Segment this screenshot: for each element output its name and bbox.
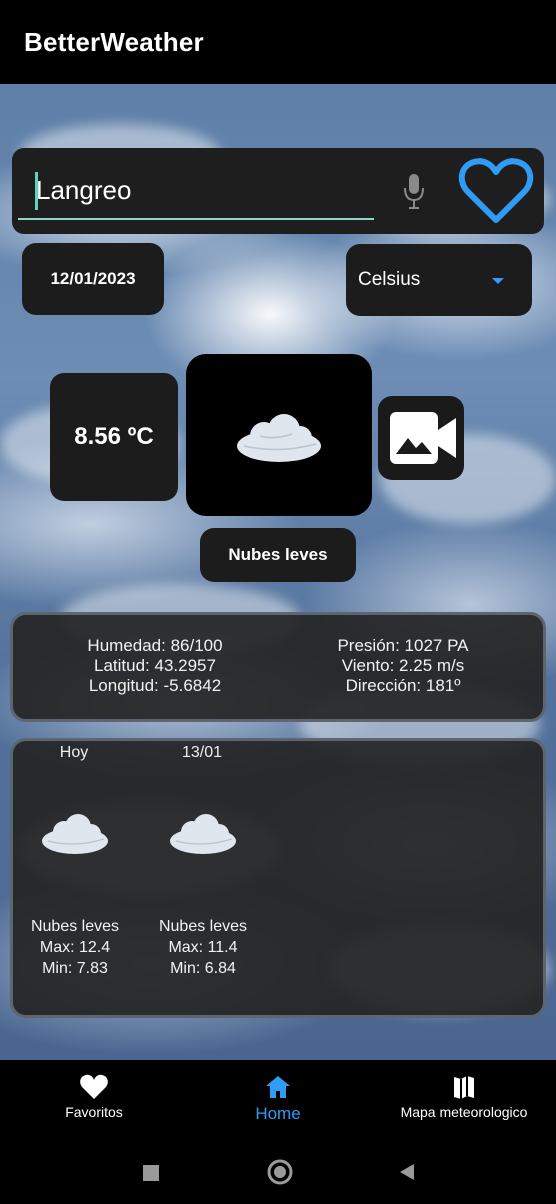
- mic-icon[interactable]: [402, 172, 426, 212]
- system-navigation: [0, 1144, 556, 1204]
- unit-select[interactable]: Celsius: [346, 244, 532, 316]
- bottom-navigation: Favoritos Home Mapa meteorologico: [0, 1060, 556, 1144]
- cloud-icon: [170, 814, 236, 854]
- longitude-text: Longitud: -5.6842: [88, 676, 222, 695]
- forecast-max: Max: 12.4: [39, 939, 111, 956]
- temperature-display: 8.56 ºC: [50, 373, 178, 501]
- forecast-item[interactable]: Nubes leves Max: 11.4 Min: 6.84: [148, 916, 258, 979]
- heart-icon: [80, 1074, 108, 1099]
- nav-home-label: Home: [255, 1104, 301, 1123]
- nav-map-label: Mapa meteorologico: [400, 1104, 528, 1120]
- date-button[interactable]: 12/01/2023: [22, 243, 164, 315]
- app-title: BetterWeather: [24, 26, 204, 57]
- forecast-description: Nubes leves: [30, 918, 120, 935]
- weather-description: Nubes leves: [200, 528, 356, 582]
- details-right-column: Presión: 1027 PA Viento: 2.25 m/s Direcc…: [288, 636, 518, 696]
- direction-text: Dirección: 181º: [345, 676, 461, 695]
- nav-favorites[interactable]: Favoritos: [54, 1060, 134, 1144]
- nav-home[interactable]: Home: [238, 1060, 318, 1144]
- forecast-item[interactable]: Nubes leves Max: 12.4 Min: 7.83: [20, 916, 130, 979]
- text-caret: [35, 172, 38, 210]
- nav-favorites-label: Favoritos: [65, 1104, 123, 1120]
- map-icon: [454, 1076, 474, 1099]
- wind-text: Viento: 2.25 m/s: [341, 656, 465, 675]
- recents-icon[interactable]: [142, 1164, 160, 1182]
- forecast-day-label: 13/01: [181, 744, 223, 761]
- dropdown-arrow-icon: [492, 278, 504, 284]
- cloud-icon: [237, 414, 321, 462]
- back-icon[interactable]: [398, 1162, 416, 1182]
- humidity-text: Humedad: 86/100: [87, 636, 223, 655]
- home-icon: [266, 1076, 290, 1098]
- heart-icon[interactable]: [458, 156, 534, 226]
- forecast-day-label: Hoy: [59, 744, 89, 761]
- latitude-text: Latitud: 43.2957: [94, 656, 216, 675]
- home-circle-icon[interactable]: [266, 1158, 294, 1186]
- forecast-min: Min: 7.83: [42, 960, 108, 977]
- app-bar: BetterWeather: [0, 0, 556, 84]
- details-left-column: Humedad: 86/100 Latitud: 43.2957 Longitu…: [40, 636, 270, 696]
- search-underline: [18, 218, 374, 220]
- nav-map[interactable]: Mapa meteorologico: [394, 1060, 534, 1144]
- forecast-min: Min: 6.84: [170, 960, 236, 977]
- unit-select-value: Celsius: [358, 269, 421, 290]
- forecast-description: Nubes leves: [158, 918, 248, 935]
- camera-icon: [390, 412, 456, 464]
- search-input[interactable]: [36, 168, 366, 212]
- forecast-max: Max: 11.4: [168, 939, 238, 956]
- cloud-icon: [42, 814, 108, 854]
- pressure-text: Presión: 1027 PA: [337, 636, 469, 655]
